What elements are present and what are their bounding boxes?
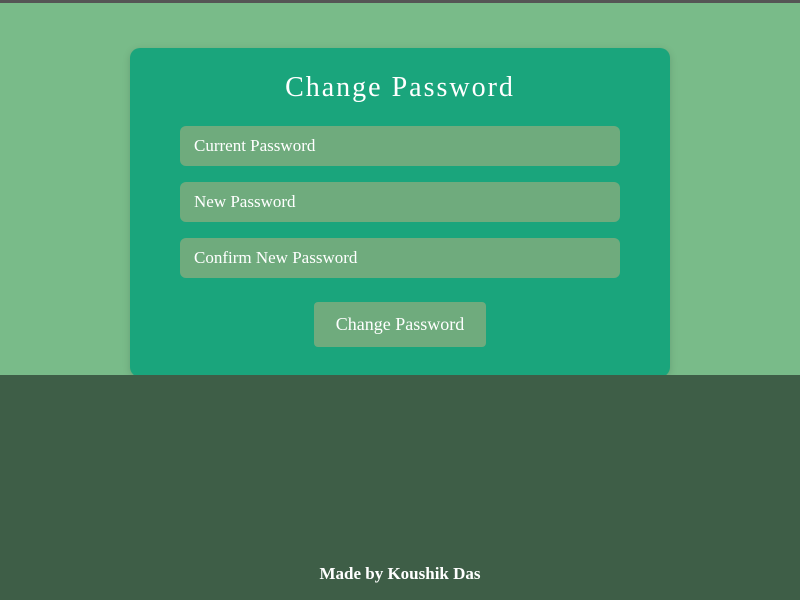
confirm-password-input[interactable] bbox=[180, 238, 620, 278]
submit-wrapper: Change Password bbox=[160, 302, 640, 347]
current-password-input[interactable] bbox=[180, 126, 620, 166]
change-password-button[interactable]: Change Password bbox=[314, 302, 487, 347]
top-border bbox=[0, 0, 800, 3]
new-password-input[interactable] bbox=[180, 182, 620, 222]
change-password-card: Change Password Change Password bbox=[130, 48, 670, 377]
main-content: Change Password Change Password bbox=[0, 0, 800, 377]
footer-credit: Made by Koushik Das bbox=[319, 564, 480, 584]
footer: Made by Koushik Das bbox=[0, 375, 800, 600]
form-group-current bbox=[160, 126, 640, 166]
form-group-new bbox=[160, 182, 640, 222]
card-title: Change Password bbox=[160, 72, 640, 104]
form-group-confirm bbox=[160, 238, 640, 278]
